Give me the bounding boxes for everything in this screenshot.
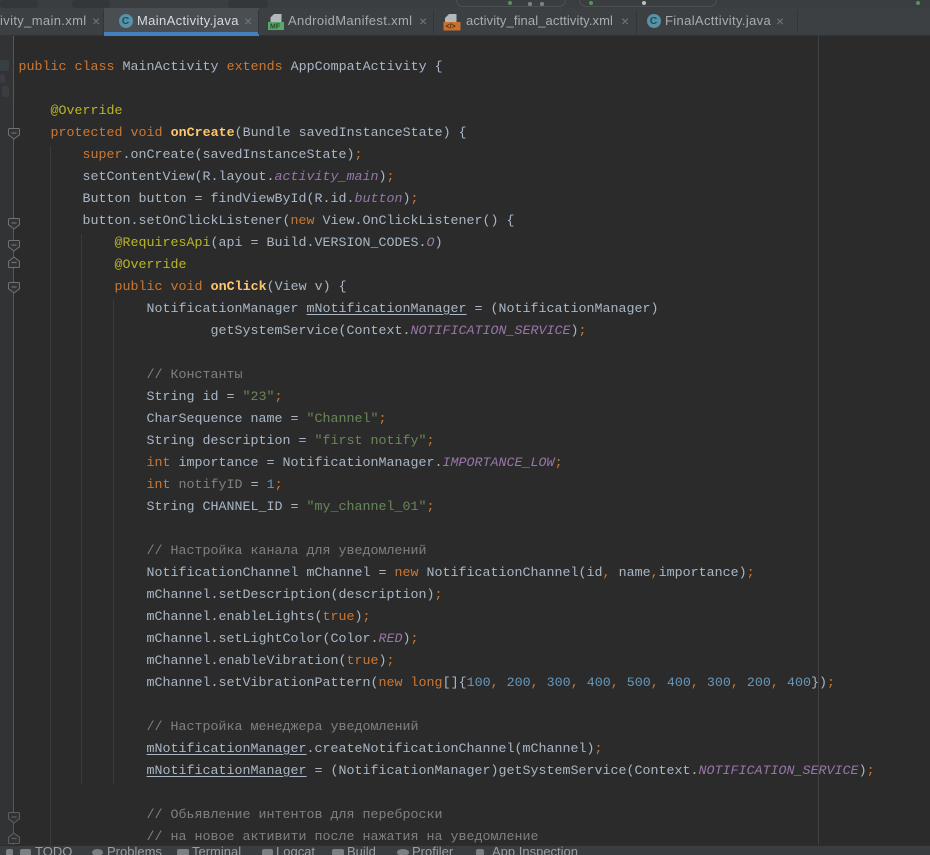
svg-text:</>: </> bbox=[446, 23, 456, 30]
svg-text:MF: MF bbox=[270, 23, 281, 30]
